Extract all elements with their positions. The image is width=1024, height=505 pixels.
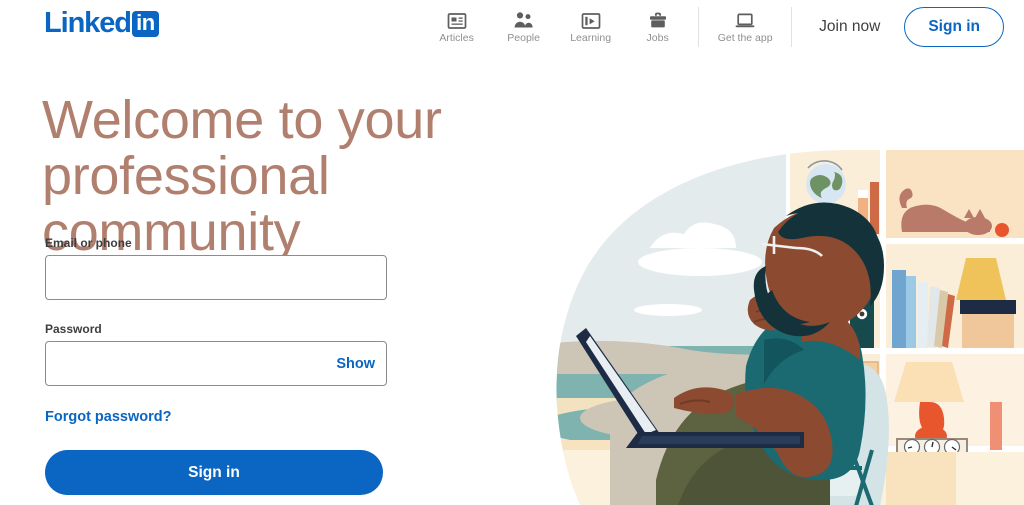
nav-label-people: People — [507, 31, 540, 44]
learning-icon — [581, 10, 601, 30]
nav-label-learning: Learning — [570, 31, 612, 44]
nav-label-articles: Articles — [439, 31, 474, 44]
logo-in-badge: in — [131, 10, 159, 37]
nav-item-learning[interactable]: Learning — [557, 4, 624, 49]
show-password-button[interactable]: Show — [336, 341, 375, 386]
nav-divider-left — [698, 6, 700, 47]
nav-item-get-the-app[interactable]: Get the app — [706, 4, 784, 49]
email-input[interactable] — [45, 255, 387, 300]
email-input-wrap — [45, 255, 387, 300]
people-icon — [513, 10, 535, 30]
logo-wordmark: Linked — [44, 7, 132, 39]
forgot-password-link[interactable]: Forgot password? — [45, 409, 171, 425]
password-input-wrap: Show — [45, 341, 387, 386]
nav-label-get-the-app: Get the app — [717, 31, 773, 44]
linkedin-logo[interactable]: Linked in — [44, 9, 159, 38]
sign-in-form: Email or phone Password Show Forgot pass… — [45, 236, 387, 495]
articles-icon — [447, 10, 467, 30]
nav-divider-right — [791, 6, 793, 47]
person-working-on-laptop-illustration — [550, 150, 1024, 505]
jobs-icon — [648, 10, 668, 30]
header-sign-in-button[interactable]: Sign in — [904, 6, 1004, 47]
password-field-label: Password — [45, 322, 102, 336]
nav-item-people[interactable]: People — [490, 4, 557, 49]
get-the-app-icon — [734, 10, 756, 30]
email-field-label: Email or phone — [45, 236, 132, 250]
site-header: Linked in Articles People Learning Jobs … — [0, 0, 1024, 53]
header-nav: Articles People Learning Jobs Get the ap… — [423, 0, 1018, 53]
nav-item-jobs[interactable]: Jobs — [624, 4, 691, 49]
sign-in-submit-button[interactable]: Sign in — [45, 450, 383, 495]
nav-item-articles[interactable]: Articles — [423, 4, 490, 49]
linkedin-login-page: Linked in Articles People Learning Jobs … — [0, 0, 1024, 505]
nav-label-jobs: Jobs — [646, 31, 669, 44]
join-now-button[interactable]: Join now — [805, 9, 894, 45]
